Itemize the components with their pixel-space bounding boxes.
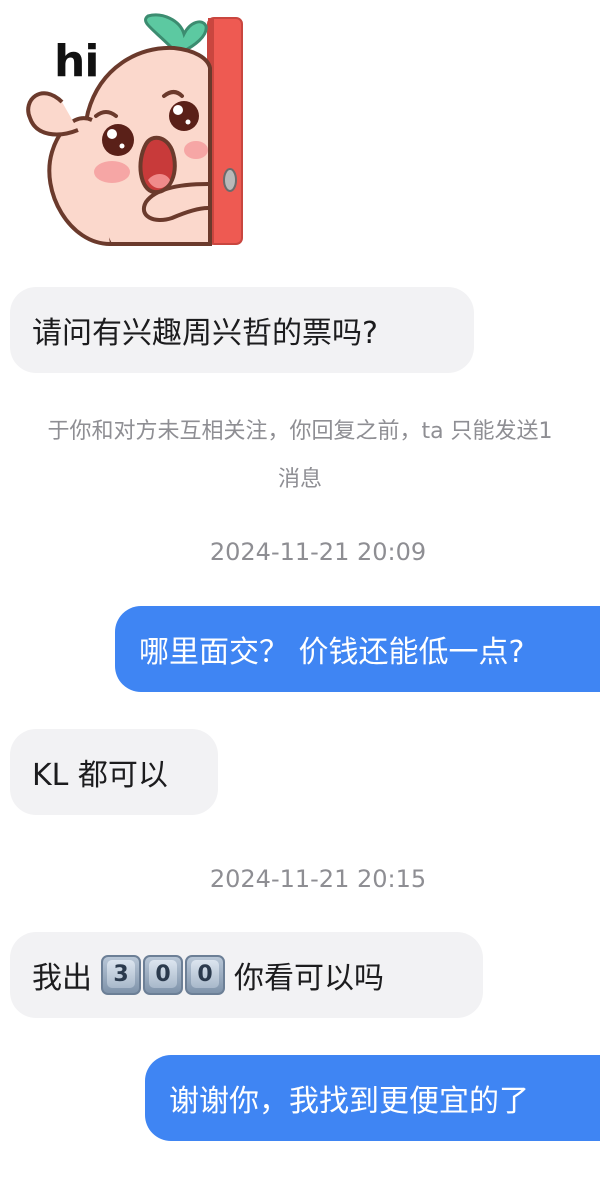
message-text: 请问有兴趣周兴哲的票吗?	[32, 316, 378, 351]
keycap-digit: 3	[107, 960, 135, 988]
message-bubble-incoming[interactable]: 我出 3 0 0 你看可以吗	[10, 932, 483, 1018]
message-text: KL 都可以	[32, 758, 168, 793]
message-timestamp: 2024-11-21 20:15	[209, 865, 427, 893]
chat-thread: hi 请问有兴趣周兴哲的票吗? 于你和对方未互相关注，你回复之前，ta 只能发送…	[0, 0, 600, 1200]
keycap-digit-icon: 0	[185, 955, 225, 995]
message-timestamp: 2024-11-21 20:09	[209, 538, 427, 566]
message-text: 哪里面交？ 价钱还能低一点?	[139, 635, 525, 670]
keycap-digit: 0	[191, 960, 219, 988]
system-notice-line: 于你和对方未互相关注，你回复之前，ta 只能发送1	[47, 419, 553, 444]
message-bubble-outgoing[interactable]: 哪里面交？ 价钱还能低一点?	[115, 606, 600, 692]
message-text: 谢谢你，我找到更便宜的了	[169, 1084, 529, 1119]
message-bubble-outgoing[interactable]: 谢谢你，我找到更便宜的了	[145, 1055, 600, 1141]
system-notice-line: 消息	[277, 467, 322, 492]
message-bubble-incoming[interactable]: 请问有兴趣周兴哲的票吗?	[10, 287, 474, 373]
sticker-message[interactable]: hi	[22, 12, 250, 248]
keycap-digit: 0	[149, 960, 177, 988]
keycap-digit-icon: 3	[101, 955, 141, 995]
message-text-suffix: 你看可以吗	[234, 961, 384, 996]
system-notice: 于你和对方未互相关注，你回复之前，ta 只能发送1 消息	[0, 408, 600, 504]
sticker-hi-text: hi	[54, 36, 99, 87]
message-text-prefix: 我出	[32, 961, 92, 996]
message-bubble-incoming[interactable]: KL 都可以	[10, 729, 218, 815]
keycap-digit-icon: 0	[143, 955, 183, 995]
